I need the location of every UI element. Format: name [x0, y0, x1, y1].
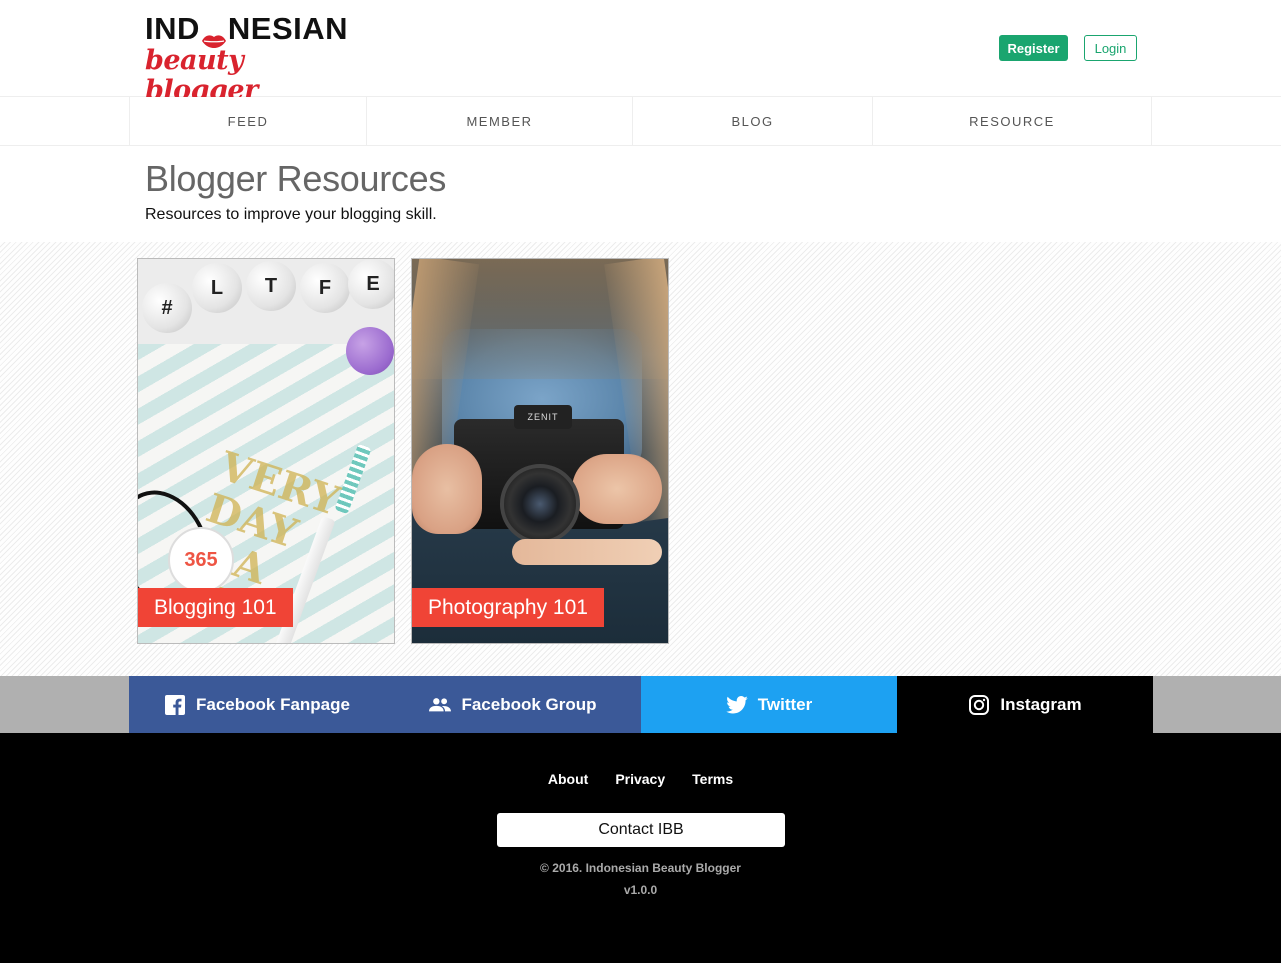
- nav-item-resource[interactable]: RESOURCE: [873, 97, 1151, 145]
- footer-link-about[interactable]: About: [548, 771, 588, 787]
- card-image: # L T F E VERYDAYS AIFT 365: [138, 259, 394, 643]
- nav-bar: FEED MEMBER BLOG RESOURCE: [129, 97, 1152, 145]
- card-label: Photography 101: [412, 588, 604, 627]
- instagram-icon: [968, 694, 990, 716]
- site-logo[interactable]: IND NESIAN beauty blogger: [145, 11, 355, 106]
- nav-item-blog[interactable]: BLOG: [633, 97, 873, 145]
- copyright-text: © 2016. Indonesian Beauty Blogger: [540, 861, 741, 875]
- nav-item-feed[interactable]: FEED: [130, 97, 367, 145]
- lips-icon: [201, 22, 227, 48]
- card-image: ZENIT: [412, 259, 668, 643]
- logo-text-right: NESIAN: [227, 11, 349, 46]
- page-title: Blogger Resources: [145, 158, 447, 199]
- instagram-link[interactable]: Instagram: [897, 676, 1153, 733]
- facebook-icon: [164, 694, 186, 716]
- site-footer: About Privacy Terms Contact IBB © 2016. …: [0, 733, 1281, 963]
- resources-grid: # L T F E VERYDAYS AIFT 365 Blogging 101…: [0, 242, 1281, 676]
- footer-link-privacy[interactable]: Privacy: [615, 771, 665, 787]
- social-label: Facebook Group: [461, 694, 597, 714]
- logo-text-left: IND: [145, 11, 200, 46]
- footer-links: About Privacy Terms: [0, 771, 1281, 787]
- nav-item-member[interactable]: MEMBER: [367, 97, 633, 145]
- twitter-icon: [725, 694, 748, 716]
- footer-link-terms[interactable]: Terms: [692, 771, 733, 787]
- login-button[interactable]: Login: [1084, 35, 1137, 61]
- page-subtitle: Resources to improve your blogging skill…: [145, 206, 437, 223]
- facebook-group-link[interactable]: Facebook Group: [385, 676, 641, 733]
- twitter-link[interactable]: Twitter: [641, 676, 897, 733]
- social-label: Twitter: [757, 694, 813, 714]
- main-nav: FEED MEMBER BLOG RESOURCE: [0, 97, 1281, 146]
- version-text: v1.0.0: [623, 883, 658, 897]
- social-bar: Facebook Fanpage Facebook Group Twitter …: [0, 676, 1281, 733]
- register-button[interactable]: Register: [999, 35, 1068, 61]
- resource-card-photography[interactable]: ZENIT Photography 101: [411, 258, 669, 644]
- contact-button[interactable]: Contact IBB: [497, 813, 785, 847]
- card-label: Blogging 101: [138, 588, 293, 627]
- group-icon: [429, 694, 452, 716]
- social-label: Instagram: [1000, 694, 1082, 714]
- social-label: Facebook Fanpage: [196, 694, 350, 714]
- logo-wordmark: IND NESIAN: [145, 11, 355, 48]
- resource-card-blogging[interactable]: # L T F E VERYDAYS AIFT 365 Blogging 101: [137, 258, 395, 644]
- facebook-fanpage-link[interactable]: Facebook Fanpage: [129, 676, 385, 733]
- site-header: IND NESIAN beauty blogger Register Login: [0, 0, 1281, 106]
